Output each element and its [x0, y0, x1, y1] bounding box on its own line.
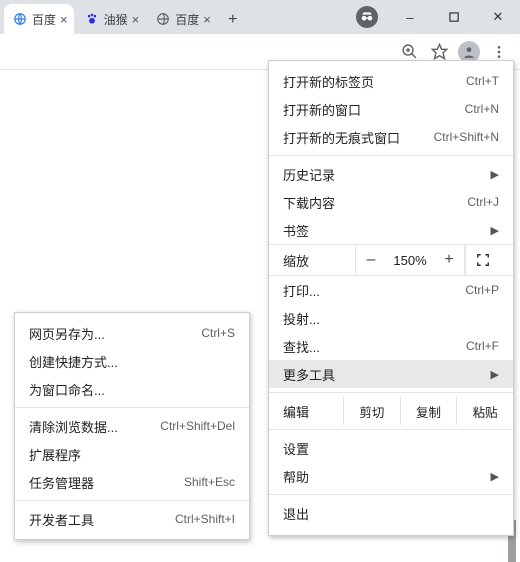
close-icon[interactable]: ×	[132, 12, 140, 27]
paw-icon	[84, 11, 100, 27]
menu-bookmarks[interactable]: 书签 ▶	[269, 216, 513, 244]
tab-title: 百度	[175, 11, 199, 28]
zoom-out-button[interactable]: –	[356, 251, 386, 269]
more-tools-submenu: 网页另存为... Ctrl+S 创建快捷方式... 为窗口命名... 清除浏览数…	[14, 312, 250, 540]
cut-button[interactable]: 剪切	[343, 397, 400, 425]
separator	[15, 407, 249, 408]
window-controls: – ✕	[356, 0, 520, 34]
separator	[15, 500, 249, 501]
menu-cast[interactable]: 投射...	[269, 304, 513, 332]
submenu-dev-tools[interactable]: 开发者工具 Ctrl+Shift+I	[15, 505, 249, 533]
close-window-button[interactable]: ✕	[476, 2, 520, 32]
menu-history[interactable]: 历史记录 ▶	[269, 160, 513, 188]
submenu-task-manager[interactable]: 任务管理器 Shift+Esc	[15, 468, 249, 496]
new-tab-button[interactable]: +	[219, 6, 247, 34]
menu-print[interactable]: 打印... Ctrl+P	[269, 276, 513, 304]
tab-title: 油猴	[104, 11, 128, 28]
maximize-button[interactable]	[432, 2, 476, 32]
menu-new-incognito[interactable]: 打开新的无痕式窗口 Ctrl+Shift+N	[269, 123, 513, 151]
tab-0[interactable]: 百度 ×	[4, 4, 74, 34]
submenu-name-window[interactable]: 为窗口命名...	[15, 375, 249, 403]
edit-label: 编辑	[269, 402, 343, 421]
menu-zoom-row: 缩放 – 150% +	[269, 244, 513, 276]
tab-title: 百度	[32, 11, 56, 28]
close-icon[interactable]: ×	[203, 12, 211, 27]
separator	[269, 494, 513, 495]
menu-settings[interactable]: 设置	[269, 434, 513, 462]
globe-icon	[155, 11, 171, 27]
menu-new-window[interactable]: 打开新的窗口 Ctrl+N	[269, 95, 513, 123]
minimize-button[interactable]: –	[388, 2, 432, 32]
main-menu: 打开新的标签页 Ctrl+T 打开新的窗口 Ctrl+N 打开新的无痕式窗口 C…	[268, 60, 514, 536]
tab-1[interactable]: 油猴 ×	[76, 4, 146, 34]
menu-help[interactable]: 帮助 ▶	[269, 462, 513, 490]
incognito-icon	[356, 6, 378, 28]
submenu-save-as[interactable]: 网页另存为... Ctrl+S	[15, 319, 249, 347]
tab-2[interactable]: 百度 ×	[147, 4, 217, 34]
menu-find[interactable]: 查找... Ctrl+F	[269, 332, 513, 360]
separator	[269, 429, 513, 430]
separator	[269, 392, 513, 393]
submenu-create-shortcut[interactable]: 创建快捷方式...	[15, 347, 249, 375]
menu-downloads[interactable]: 下载内容 Ctrl+J	[269, 188, 513, 216]
separator	[269, 155, 513, 156]
submenu-extensions[interactable]: 扩展程序	[15, 440, 249, 468]
chevron-right-icon: ▶	[491, 470, 499, 483]
copy-button[interactable]: 复制	[400, 397, 457, 425]
fullscreen-button[interactable]	[465, 245, 499, 275]
favicon-icon	[12, 11, 28, 27]
titlebar: 百度 × 油猴 × 百度 × + – ✕	[0, 0, 520, 34]
chevron-right-icon: ▶	[491, 224, 499, 237]
zoom-value: 150%	[386, 253, 434, 268]
close-icon[interactable]: ×	[60, 12, 68, 27]
menu-edit-row: 编辑 剪切 复制 粘贴	[269, 397, 513, 425]
paste-button[interactable]: 粘贴	[456, 397, 513, 425]
menu-new-tab[interactable]: 打开新的标签页 Ctrl+T	[269, 67, 513, 95]
menu-more-tools[interactable]: 更多工具 ▶	[269, 360, 513, 388]
chevron-right-icon: ▶	[491, 168, 499, 181]
chevron-right-icon: ▶	[491, 368, 499, 381]
submenu-clear-data[interactable]: 清除浏览数据... Ctrl+Shift+Del	[15, 412, 249, 440]
menu-exit[interactable]: 退出	[269, 499, 513, 527]
zoom-in-button[interactable]: +	[434, 251, 464, 269]
zoom-label: 缩放	[269, 251, 355, 270]
